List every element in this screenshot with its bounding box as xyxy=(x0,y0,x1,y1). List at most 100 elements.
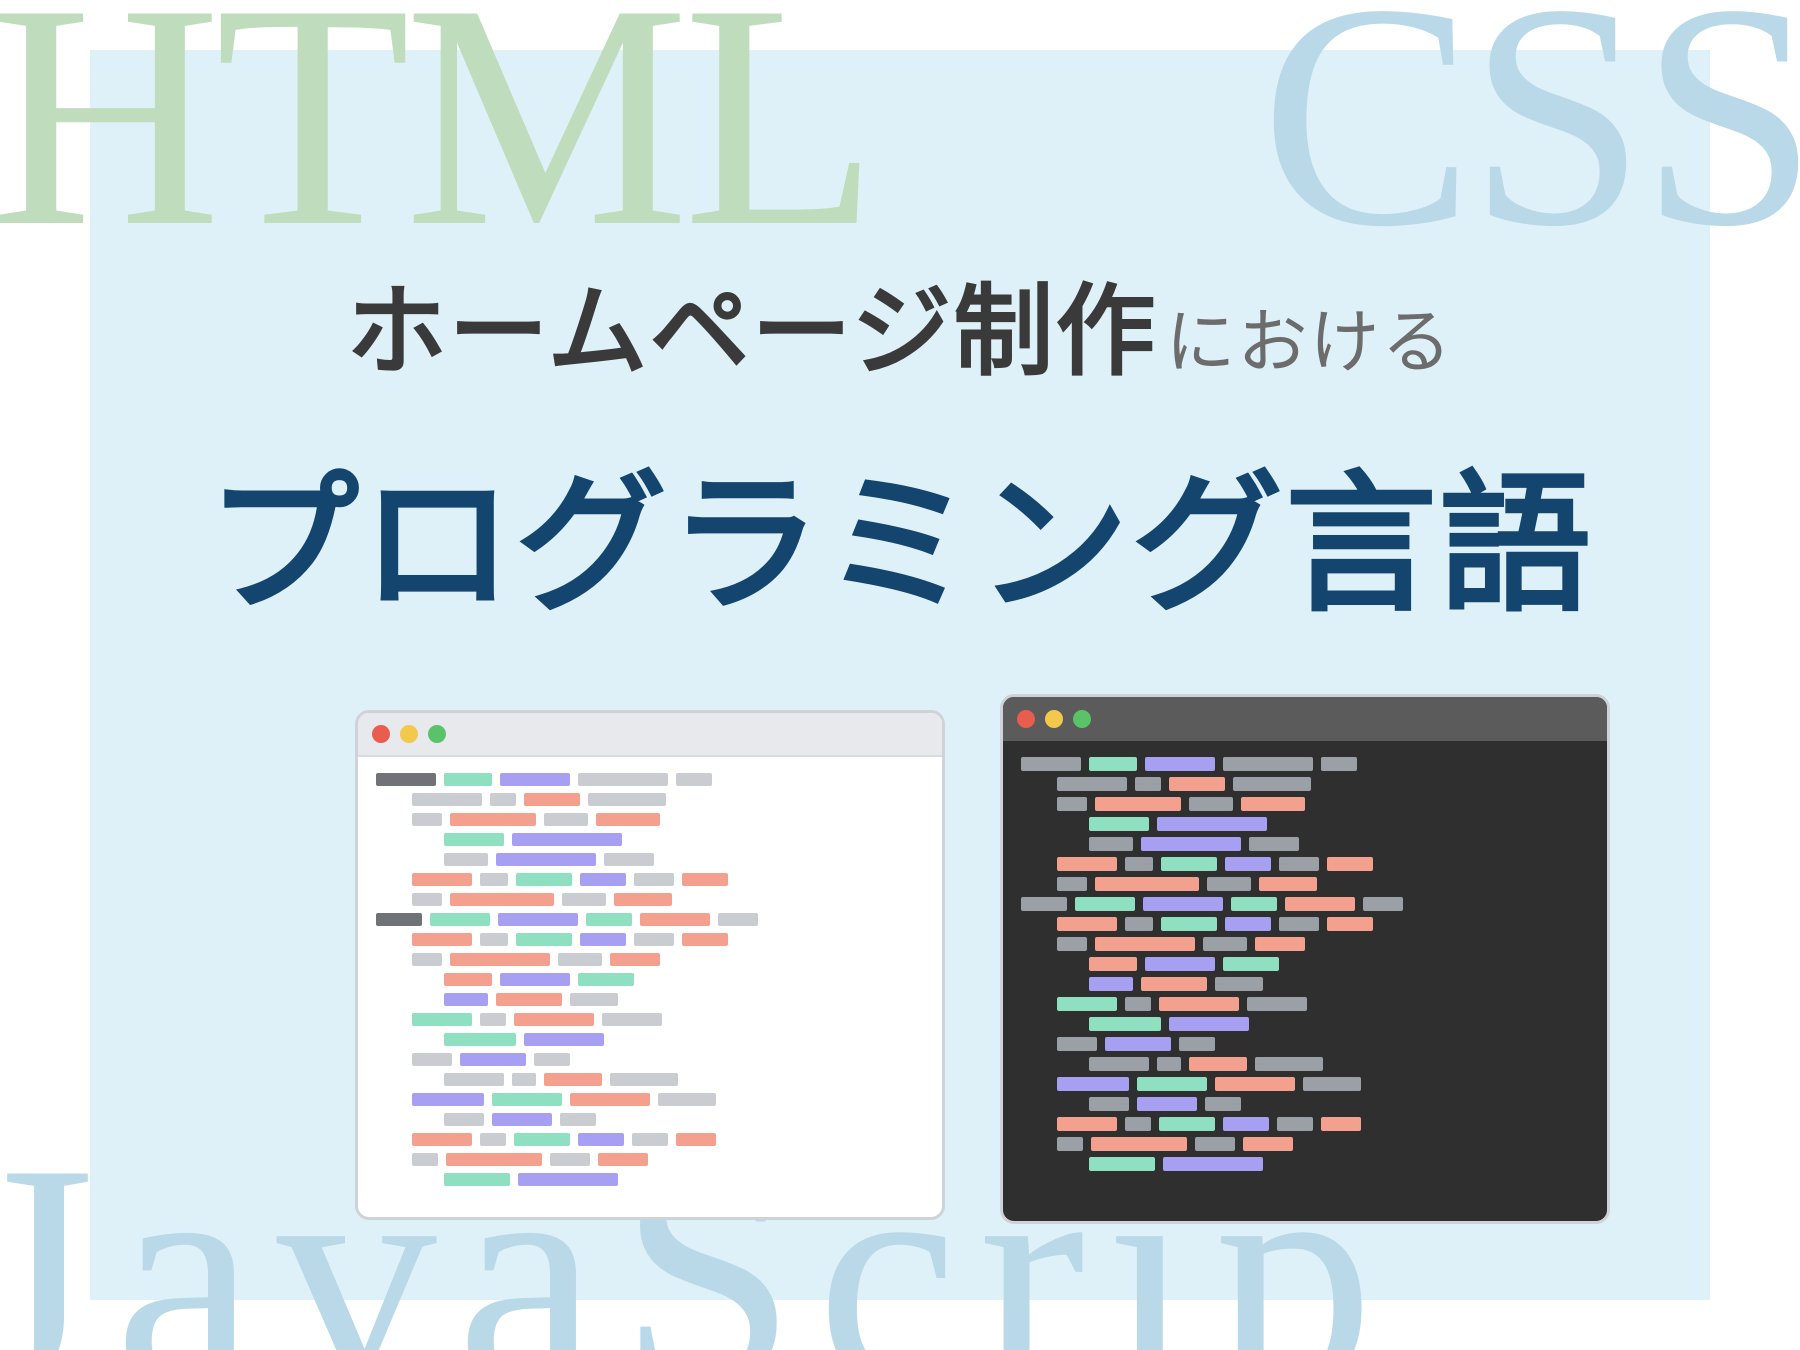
code-token xyxy=(676,773,712,786)
code-token xyxy=(1089,1157,1155,1171)
code-token xyxy=(444,833,504,846)
code-token xyxy=(1157,817,1267,831)
code-token xyxy=(1189,1057,1247,1071)
code-line xyxy=(376,1153,924,1166)
code-token xyxy=(1207,877,1251,891)
code-token xyxy=(1057,797,1087,811)
code-line xyxy=(1021,797,1589,810)
code-token xyxy=(1057,917,1117,931)
code-token xyxy=(1143,897,1223,911)
code-token xyxy=(500,773,570,786)
code-line xyxy=(376,1073,924,1086)
code-line xyxy=(1021,1057,1589,1070)
code-body-dark xyxy=(1003,741,1607,1188)
code-token xyxy=(1259,877,1317,891)
title-line-2: プログラミング言語 xyxy=(0,421,1800,641)
code-token xyxy=(376,913,422,926)
hero-graphic: HTML CSS JavaScrip ホームページ制作における プログラミング言… xyxy=(0,0,1800,1350)
code-token xyxy=(1125,857,1153,871)
code-token xyxy=(1255,1057,1323,1071)
code-token xyxy=(498,913,578,926)
code-token xyxy=(1223,757,1313,771)
code-token xyxy=(1247,997,1307,1011)
code-line xyxy=(1021,1077,1589,1090)
code-token xyxy=(480,933,508,946)
code-token xyxy=(1089,837,1133,851)
code-token xyxy=(512,1073,536,1086)
code-token xyxy=(412,793,482,806)
code-token xyxy=(1137,1077,1207,1091)
code-token xyxy=(1075,897,1135,911)
code-token xyxy=(1057,857,1117,871)
code-token xyxy=(412,893,442,906)
code-line xyxy=(1021,877,1589,890)
code-token xyxy=(598,1153,648,1166)
title-block: ホームページ制作における プログラミング言語 xyxy=(0,250,1800,641)
window-dot-zoom-icon xyxy=(1073,710,1091,728)
code-line xyxy=(376,1133,924,1146)
code-token xyxy=(480,1013,506,1026)
code-token xyxy=(1141,977,1207,991)
code-token xyxy=(580,933,626,946)
code-line xyxy=(1021,857,1589,870)
code-token xyxy=(492,1113,552,1126)
code-token xyxy=(1125,1117,1151,1131)
window-dot-minimize-icon xyxy=(1045,710,1063,728)
code-token xyxy=(524,1033,604,1046)
code-token xyxy=(1277,1117,1313,1131)
code-line xyxy=(376,1093,924,1106)
code-token xyxy=(516,933,572,946)
code-token xyxy=(1057,777,1127,791)
code-line xyxy=(1021,1157,1589,1170)
code-token xyxy=(1241,797,1305,811)
code-token xyxy=(1105,1037,1171,1051)
code-token xyxy=(1249,837,1299,851)
code-line xyxy=(376,953,924,966)
code-line xyxy=(376,793,924,806)
code-line xyxy=(1021,1097,1589,1110)
code-window-light xyxy=(355,710,945,1220)
code-line xyxy=(376,833,924,846)
code-token xyxy=(1233,777,1311,791)
code-line xyxy=(376,813,924,826)
code-token xyxy=(446,1153,542,1166)
code-token xyxy=(1057,1077,1129,1091)
code-token xyxy=(450,813,536,826)
code-token xyxy=(560,1113,596,1126)
title-line1-small: における xyxy=(1166,303,1454,381)
code-line xyxy=(376,913,924,926)
code-token xyxy=(480,873,508,886)
code-line xyxy=(1021,897,1589,910)
code-token xyxy=(578,973,634,986)
window-dot-zoom-icon xyxy=(428,725,446,743)
code-token xyxy=(1179,1037,1215,1051)
code-token xyxy=(514,1013,594,1026)
code-token xyxy=(1091,1137,1187,1151)
code-line xyxy=(1021,837,1589,850)
code-token xyxy=(500,973,570,986)
code-line xyxy=(1021,997,1589,1010)
code-token xyxy=(1095,937,1195,951)
code-token xyxy=(1057,1037,1097,1051)
code-token xyxy=(1203,937,1247,951)
code-line xyxy=(1021,777,1589,790)
code-token xyxy=(1089,1057,1149,1071)
code-token xyxy=(444,1073,504,1086)
code-token xyxy=(1255,937,1305,951)
code-token xyxy=(1223,957,1279,971)
code-token xyxy=(450,953,550,966)
window-dot-close-icon xyxy=(1017,710,1035,728)
code-token xyxy=(1057,877,1087,891)
code-token xyxy=(490,793,516,806)
code-token xyxy=(412,953,442,966)
code-token xyxy=(1195,1137,1235,1151)
code-token xyxy=(444,973,492,986)
code-token xyxy=(412,1153,438,1166)
code-token xyxy=(444,773,492,786)
code-token xyxy=(1205,1097,1241,1111)
code-token xyxy=(1303,1077,1361,1091)
code-line xyxy=(1021,957,1589,970)
code-token xyxy=(1089,817,1149,831)
code-token xyxy=(1089,1097,1129,1111)
code-token xyxy=(1363,897,1403,911)
